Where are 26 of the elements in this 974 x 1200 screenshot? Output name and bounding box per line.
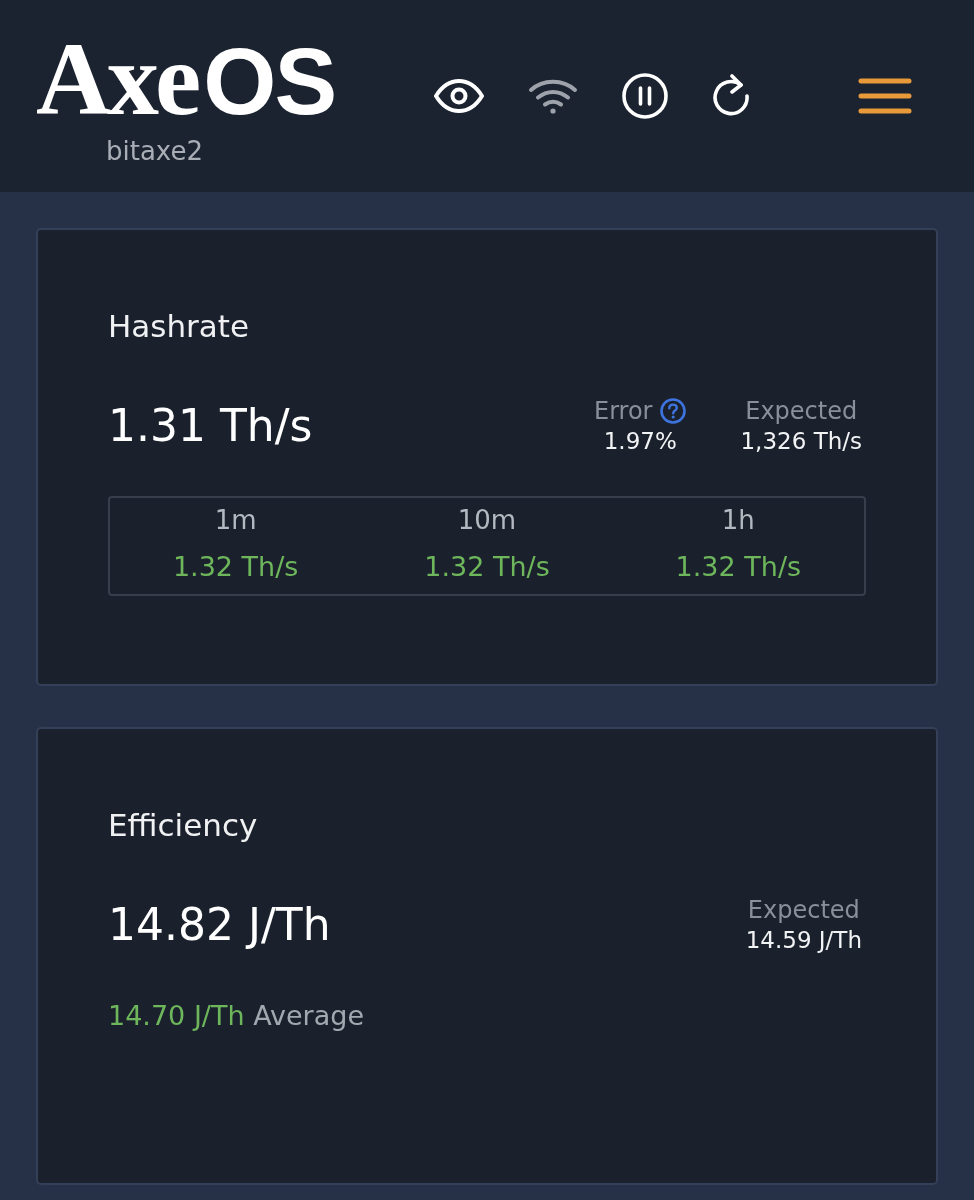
card-title: Efficiency bbox=[108, 806, 259, 845]
average-label: Average bbox=[253, 1000, 364, 1031]
eye-icon[interactable] bbox=[434, 79, 484, 113]
logo-text: AxeOS bbox=[36, 24, 336, 134]
card-title: Hashrate bbox=[108, 307, 251, 346]
efficiency-value: 14.82 J/Th bbox=[108, 898, 331, 952]
expected-label: Expected bbox=[747, 895, 860, 925]
expected-value: 1,326 Th/s bbox=[740, 427, 862, 456]
expected-label: Expected bbox=[745, 396, 858, 426]
help-icon[interactable] bbox=[660, 398, 687, 424]
average-hashrate: 1.32 Th/s bbox=[172, 550, 299, 584]
device-name: bitaxe2 bbox=[106, 135, 203, 168]
average-efficiency: 14.70 J/Th bbox=[108, 1000, 245, 1031]
menu-icon[interactable] bbox=[858, 78, 912, 114]
average-period: 1h bbox=[721, 504, 755, 536]
expected-value: 14.59 J/Th bbox=[745, 926, 862, 955]
hashrate-value: 1.31 Th/s bbox=[108, 399, 313, 453]
error-value: 1.97% bbox=[603, 427, 677, 456]
wifi-icon[interactable] bbox=[528, 78, 578, 114]
error-label: Error bbox=[594, 396, 653, 426]
average-period: 1m bbox=[214, 504, 257, 536]
refresh-icon[interactable] bbox=[712, 74, 752, 118]
average-period: 10m bbox=[457, 504, 517, 536]
average-hashrate: 1.32 Th/s bbox=[424, 550, 550, 584]
pause-icon[interactable] bbox=[622, 73, 668, 119]
average-hashrate: 1.32 Th/s bbox=[675, 550, 802, 584]
